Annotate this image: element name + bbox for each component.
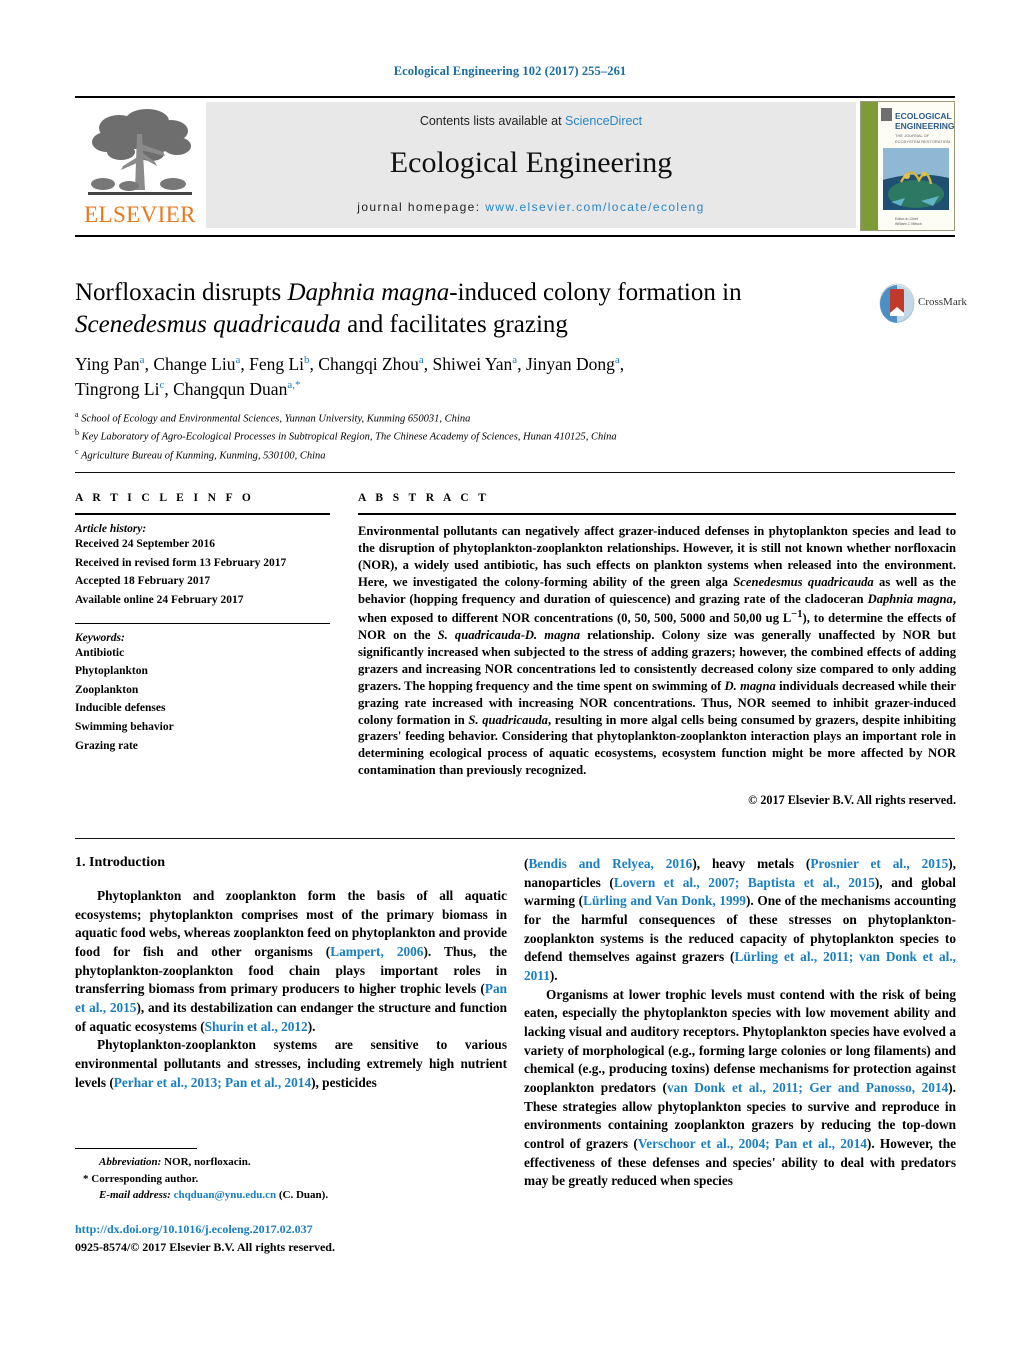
footnote-abbreviation: Abbreviation: NOR, norfloxacin. <box>99 1156 251 1168</box>
journal-title: Ecological Engineering <box>389 146 673 179</box>
intro-paragraph: (Bendis and Relyea, 2016), heavy metals … <box>524 856 957 984</box>
email-suffix: (C. Duan). <box>276 1189 329 1201</box>
intro-paragraph: Phytoplankton-zooplankton systems are se… <box>75 1037 507 1090</box>
keyword-item: Antibiotic <box>75 646 125 659</box>
svg-text:ECOSYSTEM RESTORATION: ECOSYSTEM RESTORATION <box>895 139 950 144</box>
title-part-3: and facilitates grazing <box>340 311 568 338</box>
section-heading-introduction: 1. Introduction <box>75 855 165 870</box>
article-history-label: Article history: <box>75 523 147 535</box>
crossmark-label: CrossMark <box>918 296 967 308</box>
affiliation-c: c Agriculture Bureau of Kunming, Kunming… <box>75 446 326 462</box>
svg-text:ENGINEERING: ENGINEERING <box>895 121 954 131</box>
email-link[interactable]: chqduan@ynu.edu.cn <box>174 1189 277 1201</box>
issn-copyright: 0925-8574/© 2017 Elsevier B.V. All right… <box>75 1240 335 1254</box>
abstract-rule <box>358 513 956 515</box>
footnote-block: Abbreviation: NOR, norfloxacin. * Corres… <box>75 1148 507 1204</box>
journal-cover-thumbnail: ECOLOGICAL ENGINEERING THE JOURNAL OF EC… <box>860 101 955 231</box>
history-online: Available online 24 February 2017 <box>75 593 244 606</box>
journal-cover-art: ECOLOGICAL ENGINEERING THE JOURNAL OF EC… <box>861 102 954 230</box>
article-info-heading: A R T I C L E I N F O <box>75 492 255 504</box>
paper-page: Ecological Engineering 102 (2017) 255–26… <box>0 0 1020 1351</box>
history-accepted: Accepted 18 February 2017 <box>75 575 211 588</box>
affiliation-b: b Key Laboratory of Agro-Ecological Proc… <box>75 428 617 443</box>
svg-text:Editor-in-Chief: Editor-in-Chief <box>895 217 918 221</box>
author-list: Ying Pana, Change Liua, Feng Lib, Changq… <box>75 352 875 402</box>
masthead-band: Contents lists available at ScienceDirec… <box>206 102 856 228</box>
body-column-left: 1. Introduction Phytoplankton and zoopla… <box>75 855 507 1092</box>
svg-text:ECOLOGICAL: ECOLOGICAL <box>895 111 952 121</box>
intro-paragraph: Phytoplankton and zooplankton form the b… <box>75 888 508 1034</box>
journal-masthead: ELSEVIER Contents lists available at Sci… <box>75 96 955 237</box>
keyword-item: Zooplankton <box>75 683 139 696</box>
keyword-item: Phytoplankton <box>75 665 148 678</box>
contents-prefix: Contents lists available at <box>419 114 566 128</box>
homepage-prefix: journal homepage: <box>357 200 486 214</box>
keyword-item: Swimming behavior <box>75 721 174 733</box>
footnote-rule <box>75 1148 197 1149</box>
sciencedirect-link[interactable]: ScienceDirect <box>565 114 642 128</box>
keywords-label: Keywords: <box>75 631 125 644</box>
page-title: Norfloxacin disrupts Daphnia magna-induc… <box>75 277 875 341</box>
body-column-right: (Bendis and Relyea, 2016), heavy metals … <box>524 855 956 1191</box>
divider-below-abstract <box>75 838 955 839</box>
footnote-corresponding-author: * Corresponding author. <box>83 1172 199 1185</box>
intro-paragraph: Organisms at lower trophic levels must c… <box>524 986 957 1189</box>
title-part-2: -induced colony formation in <box>449 279 742 306</box>
affiliation-a: a School of Ecology and Environmental Sc… <box>75 410 471 425</box>
history-received: Received 24 September 2016 <box>75 538 215 550</box>
elsevier-tree-icon <box>88 109 192 195</box>
abstract-heading: A B S T R A C T <box>358 492 490 504</box>
running-head: Ecological Engineering 102 (2017) 255–26… <box>393 64 627 78</box>
author-line-2: Tingrong Lic, Changqun Duana,* <box>75 379 301 400</box>
abstract-copyright: © 2017 Elsevier B.V. All rights reserved… <box>748 793 956 808</box>
footnote-email: E-mail address: chqduan@ynu.edu.cn (C. D… <box>75 1187 507 1204</box>
elsevier-logo: ELSEVIER <box>77 102 203 230</box>
abstract-body: Environmental pollutants can negatively … <box>358 524 956 778</box>
journal-homepage-line: journal homepage: www.elsevier.com/locat… <box>206 200 856 214</box>
article-info-rule <box>75 513 330 515</box>
svg-text:THE JOURNAL OF: THE JOURNAL OF <box>895 133 930 138</box>
crossmark-badge[interactable]: CrossMark <box>878 283 967 329</box>
contents-available-line: Contents lists available at ScienceDirec… <box>206 114 856 128</box>
history-revised: Received in revised form 13 February 201… <box>75 556 287 569</box>
title-block: Norfloxacin disrupts Daphnia magna-induc… <box>75 277 875 341</box>
author-line-1: Ying Pana, Change Liua, Feng Lib, Changq… <box>75 354 625 374</box>
svg-text:William J. Mitsch: William J. Mitsch <box>895 222 922 226</box>
crossmark-icon <box>879 283 915 323</box>
homepage-url-link[interactable]: www.elsevier.com/locate/ecoleng <box>485 200 705 214</box>
doi-link[interactable]: http://dx.doi.org/10.1016/j.ecoleng.2017… <box>75 1220 507 1238</box>
doi-block: http://dx.doi.org/10.1016/j.ecoleng.2017… <box>75 1220 507 1256</box>
title-species-2: Scenedesmus quadricauda <box>75 311 341 338</box>
keyword-item: Grazing rate <box>75 739 138 752</box>
email-label: E-mail address: <box>99 1189 171 1201</box>
title-part-1: Norfloxacin disrupts <box>75 279 288 306</box>
elsevier-wordmark: ELSEVIER <box>84 202 196 227</box>
article-info-column: A R T I C L E I N F O Article history: R… <box>75 492 330 755</box>
title-species-1: Daphnia magna <box>287 279 450 306</box>
divider-above-abstract <box>75 472 955 473</box>
keywords-rule <box>75 622 330 624</box>
keyword-item: Inducible defenses <box>75 702 166 715</box>
abstract-column: A B S T R A C T Environmental pollutants… <box>358 492 956 808</box>
affiliation-list: a School of Ecology and Environmental Sc… <box>75 409 895 464</box>
